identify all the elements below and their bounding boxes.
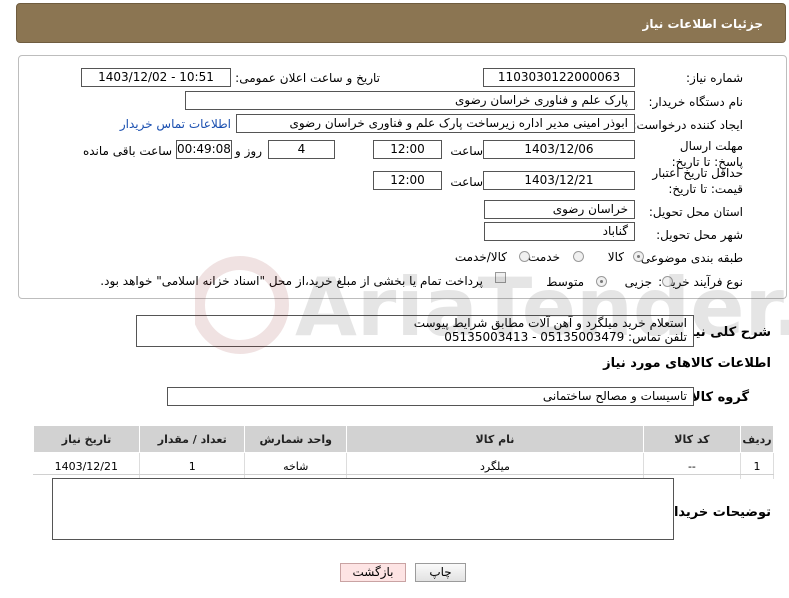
treasury-payment-note: پرداخت تمام یا بخشی از مبلغ خرید،از محل …: [100, 274, 483, 288]
price-validity-label: حداقل تاریخ اعتبار قیمت: تا تاریخ:: [652, 166, 743, 196]
buyer-notes-label: توضیحات خریدار:: [661, 505, 771, 520]
treasury-payment-checkbox[interactable]: [495, 272, 506, 283]
process-minor-radio[interactable]: [662, 276, 673, 287]
cell-quantity: 1: [139, 452, 246, 479]
remaining-time-field: 00:49:08: [176, 140, 232, 159]
col-row-number: ردیف: [740, 425, 774, 453]
cell-item-code: --: [643, 452, 742, 479]
buyer-org-field: پارک علم و فناوری خراسان رضوی: [185, 91, 635, 110]
page-header: جزئیات اطلاعات نیاز: [16, 3, 786, 43]
need-number-field: 1103030122000063: [483, 68, 635, 87]
table-row: 1 -- میلگرد شاخه 1 1403/12/21: [33, 452, 774, 479]
category-goods-label: کالا: [607, 250, 624, 264]
description-line-1: استعلام خرید میلگرد و آهن آلات مطابق شرا…: [413, 316, 687, 330]
remaining-time-label: ساعت باقی مانده: [82, 144, 172, 158]
category-goods-radio[interactable]: [633, 251, 644, 262]
buyer-org-label: نام دستگاه خریدار:: [648, 95, 744, 109]
cell-item-name: میلگرد: [346, 452, 644, 479]
announce-date-label: تاریخ و ساعت اعلان عمومی:: [235, 71, 380, 85]
page-title: جزئیات اطلاعات نیاز: [642, 17, 763, 31]
city-field: گناباد: [484, 222, 635, 241]
col-item-name: نام کالا: [346, 425, 644, 453]
process-medium-label: متوسط: [546, 275, 584, 289]
province-label: استان محل تحویل:: [648, 205, 743, 219]
cell-row-number: 1: [740, 452, 774, 479]
col-item-code: کد کالا: [642, 425, 742, 453]
city-label: شهر محل تحویل:: [656, 228, 743, 242]
print-button[interactable]: چاپ: [415, 563, 466, 582]
description-line-2: تلفن تماس: 05135003479 - 05135003413: [444, 330, 687, 344]
goods-section-title: اطلاعات کالاهای مورد نیاز: [603, 356, 771, 371]
reply-time-label: ساعت: [450, 144, 483, 158]
remaining-days-field: 4: [268, 140, 335, 159]
reply-time-field: 12:00: [373, 140, 442, 159]
category-service-radio[interactable]: [573, 251, 584, 262]
days-label: روز و: [235, 144, 262, 158]
goods-table: ردیف کد کالا نام کالا واحد شمارش تعداد /…: [32, 425, 774, 479]
price-validity-date-field: 1403/12/21: [483, 171, 635, 190]
process-medium-radio[interactable]: [596, 276, 607, 287]
cell-need-date: 1403/12/21: [33, 452, 141, 479]
category-goods-service-label: کالا/خدمت: [454, 250, 507, 264]
price-validity-time-label: ساعت: [450, 175, 483, 189]
process-minor-label: جزیی: [624, 275, 652, 289]
col-quantity: تعداد / مقدار: [139, 425, 246, 453]
cell-unit: شاخه: [244, 452, 348, 479]
buyer-contact-link[interactable]: اطلاعات تماس خریدار: [120, 117, 231, 131]
goods-group-field: تاسیسات و مصالح ساختمانی: [167, 387, 694, 406]
creator-field: ابوذر امینی مدیر اداره زیرساخت پارک علم …: [236, 114, 635, 133]
description-textarea[interactable]: استعلام خرید میلگرد و آهن آلات مطابق شرا…: [136, 315, 694, 347]
back-button[interactable]: بازگشت: [340, 563, 406, 582]
col-need-date: تاریخ نیاز: [32, 425, 141, 453]
province-field: خراسان رضوی: [484, 200, 635, 219]
category-goods-service-radio[interactable]: [519, 251, 530, 262]
buyer-notes-textarea[interactable]: [52, 478, 674, 540]
table-divider: [33, 474, 774, 475]
need-number-label: شماره نیاز:: [686, 71, 743, 85]
creator-label: ایجاد کننده درخواست:: [632, 118, 743, 132]
goods-group-label: گروه کالا:: [685, 390, 749, 405]
category-label: طبقه بندی موضوعی:: [636, 251, 743, 265]
category-service-label: خدمت: [528, 250, 560, 264]
price-validity-time-field: 12:00: [373, 171, 442, 190]
reply-date-field: 1403/12/06: [483, 140, 635, 159]
announce-date-field: 1403/12/02 - 10:51: [81, 68, 231, 87]
col-unit: واحد شمارش: [244, 425, 348, 453]
